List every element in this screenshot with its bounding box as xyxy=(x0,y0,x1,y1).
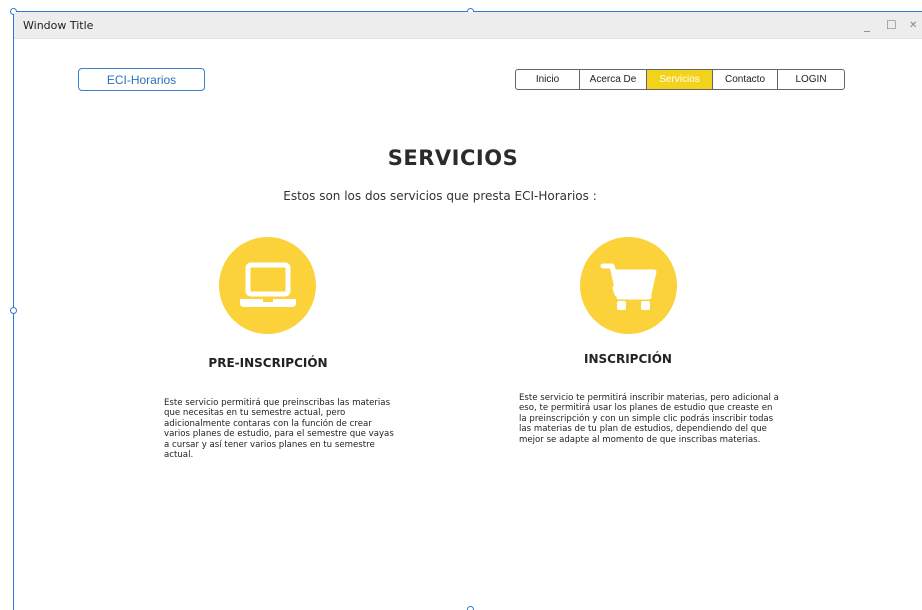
window-title: Window Title xyxy=(23,19,94,32)
maximize-icon[interactable]: ☐ xyxy=(886,18,897,32)
brand-button[interactable]: ECI-Horarios xyxy=(78,68,205,91)
nav-item-servicios[interactable]: Servicios xyxy=(647,70,713,89)
service-icon-circle xyxy=(219,237,316,334)
page-title: SERVICIOS xyxy=(387,146,519,170)
service-title: INSCRIPCIÓN xyxy=(584,352,672,366)
close-icon[interactable]: ✕ xyxy=(909,20,917,31)
nav-item-inicio[interactable]: Inicio xyxy=(516,70,580,89)
service-title: PRE-INSCRIPCIÓN xyxy=(208,356,328,370)
nav-item-login[interactable]: LOGIN xyxy=(778,70,844,89)
laptop-icon xyxy=(239,262,296,307)
shopping-cart-icon xyxy=(600,263,656,310)
service-description: Este servicio permitirá que preinscribas… xyxy=(164,398,394,461)
minimize-icon[interactable]: _ xyxy=(864,18,870,32)
service-description: Este servicio te permitirá inscribir mat… xyxy=(519,393,779,445)
service-icon-circle xyxy=(580,237,677,334)
top-nav: Inicio Acerca De Servicios Contacto LOGI… xyxy=(515,69,845,90)
resize-handle[interactable] xyxy=(467,606,474,610)
resize-handle[interactable] xyxy=(10,307,17,314)
page-subtitle: Estos son los dos servicios que presta E… xyxy=(283,189,597,203)
window-titlebar: Window Title _ ☐ ✕ xyxy=(14,12,922,39)
nav-item-contacto[interactable]: Contacto xyxy=(713,70,778,89)
nav-item-acerca-de[interactable]: Acerca De xyxy=(580,70,647,89)
